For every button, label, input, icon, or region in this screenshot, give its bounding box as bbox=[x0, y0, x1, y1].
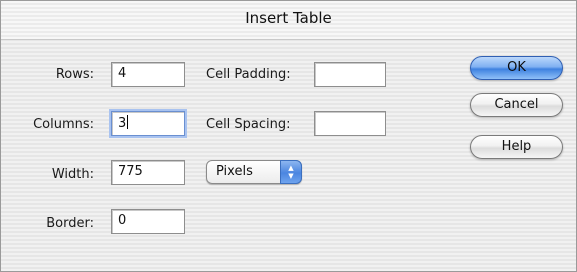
width-unit-value: Pixels bbox=[216, 164, 253, 179]
title-bar[interactable]: Insert Table bbox=[1, 1, 576, 40]
width-label: Width: bbox=[51, 167, 94, 182]
border-field[interactable]: 0 bbox=[111, 209, 185, 234]
up-down-arrows-icon: ▲ ▼ bbox=[280, 160, 302, 184]
dialog-title: Insert Table bbox=[245, 9, 332, 27]
border-label: Border: bbox=[46, 216, 94, 231]
columns-value: 3 bbox=[118, 116, 127, 131]
width-unit-popup[interactable]: Pixels ▲ ▼ bbox=[206, 160, 302, 184]
rows-field[interactable]: 4 bbox=[111, 62, 185, 87]
cell-spacing-label: Cell Spacing: bbox=[206, 117, 291, 132]
help-button[interactable]: Help bbox=[470, 135, 563, 159]
cell-spacing-field[interactable] bbox=[314, 111, 386, 136]
ok-button[interactable]: OK bbox=[470, 56, 563, 80]
columns-label: Columns: bbox=[33, 117, 94, 132]
cell-padding-field[interactable] bbox=[314, 62, 386, 87]
rows-label: Rows: bbox=[55, 67, 94, 82]
cell-padding-label: Cell Padding: bbox=[206, 67, 291, 82]
insert-table-dialog: Insert Table Rows: 4 Cell Padding: Colum… bbox=[0, 0, 577, 272]
columns-field[interactable]: 3 bbox=[111, 111, 185, 136]
width-field[interactable]: 775 bbox=[111, 160, 185, 185]
text-caret bbox=[127, 115, 129, 129]
cancel-button[interactable]: Cancel bbox=[470, 93, 563, 117]
